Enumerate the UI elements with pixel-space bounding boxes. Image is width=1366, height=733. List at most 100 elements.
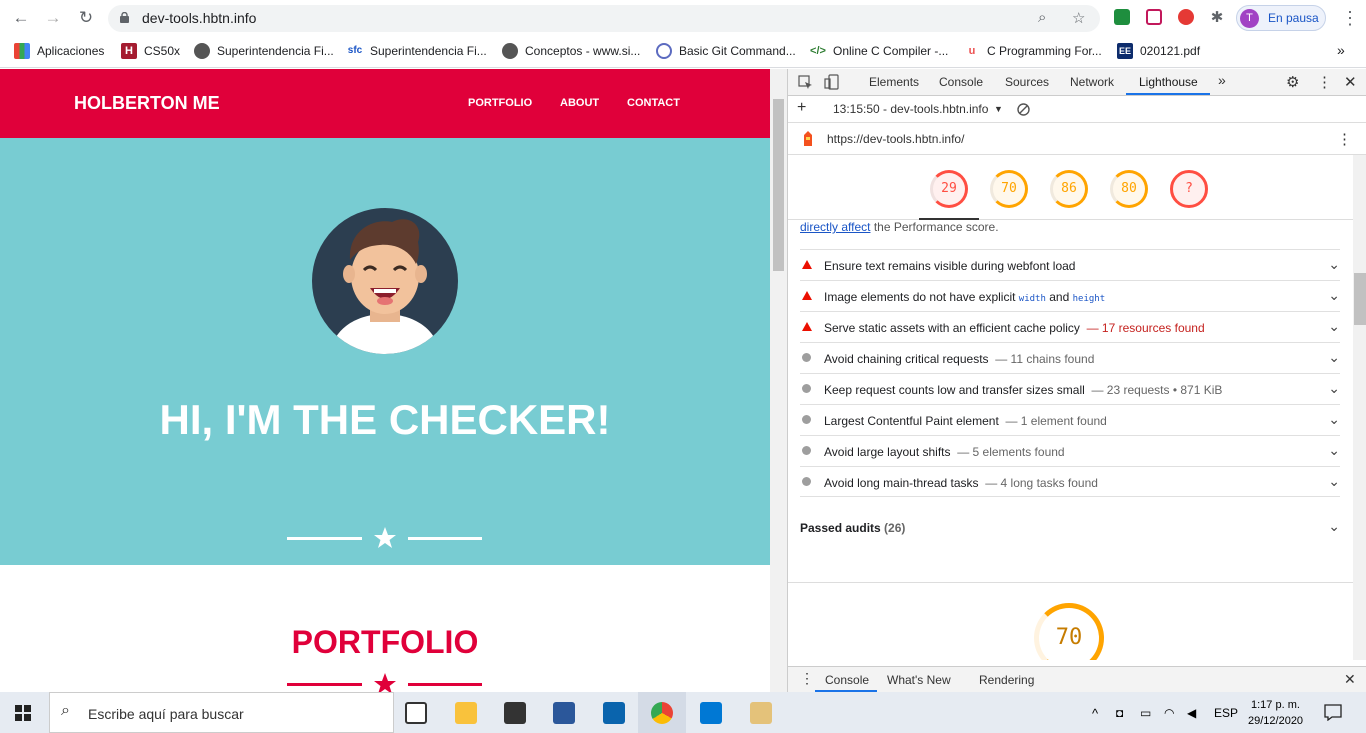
site-brand[interactable]: HOLBERTON ME bbox=[74, 93, 220, 114]
drawer-menu-icon[interactable]: ⋮ bbox=[800, 670, 814, 687]
drawer-tab-whats-new[interactable]: What's New bbox=[887, 673, 951, 687]
clear-icon[interactable] bbox=[1017, 103, 1030, 116]
windows-start-icon[interactable] bbox=[15, 705, 31, 721]
chevron-down-icon: ⌄ bbox=[1328, 473, 1340, 489]
profile-status: En pausa bbox=[1268, 11, 1319, 25]
address-bar[interactable]: dev-tools.hbtn.info ⌕ ☆ bbox=[108, 5, 1100, 32]
avatar: T bbox=[1240, 9, 1259, 28]
vscode-icon[interactable] bbox=[700, 702, 722, 724]
seo-gauge[interactable]: 80 bbox=[1110, 170, 1148, 208]
accessibility-gauge[interactable]: 70 bbox=[990, 170, 1028, 208]
drawer-tab-console[interactable]: Console bbox=[825, 673, 869, 687]
fail-triangle-icon bbox=[802, 322, 812, 331]
scrollbar-thumb[interactable] bbox=[1354, 273, 1366, 325]
wifi-icon[interactable]: ◠ bbox=[1164, 706, 1174, 720]
tray-chevron-icon[interactable]: ^ bbox=[1092, 706, 1098, 721]
bookmarks-bar: Aplicaciones H CS50x Superintendencia Fi… bbox=[0, 36, 1366, 68]
audit-row[interactable]: Avoid chaining critical requests — 11 ch… bbox=[800, 342, 1340, 373]
star-icon bbox=[374, 673, 396, 692]
store-icon[interactable] bbox=[504, 702, 526, 724]
new-report-icon[interactable]: + bbox=[797, 99, 806, 117]
menu-icon[interactable]: ⋮ bbox=[1340, 8, 1360, 28]
zoom-search-icon[interactable]: ⌕ bbox=[1038, 9, 1046, 26]
more-bookmarks-icon[interactable]: » bbox=[1337, 42, 1345, 60]
search-placeholder: Escribe aquí para buscar bbox=[88, 706, 244, 722]
chevron-down-icon: ⌄ bbox=[1328, 442, 1340, 458]
audit-row[interactable]: Serve static assets with an efficient ca… bbox=[800, 311, 1340, 342]
divider-line bbox=[408, 683, 482, 686]
drawer-tab-rendering[interactable]: Rendering bbox=[979, 673, 1034, 687]
bookmark-star-icon[interactable]: ☆ bbox=[1072, 9, 1085, 27]
more-tabs-icon[interactable]: » bbox=[1218, 72, 1226, 88]
devtools-scrollbar[interactable] bbox=[1353, 155, 1366, 660]
battery-icon[interactable]: ▭ bbox=[1140, 706, 1151, 720]
globe-icon bbox=[194, 43, 210, 59]
audit-row[interactable]: Avoid large layout shifts — 5 elements f… bbox=[800, 435, 1340, 466]
kebab-menu-icon[interactable]: ⋮ bbox=[1317, 73, 1332, 91]
passed-audits-row[interactable]: Passed audits (26) ⌄ bbox=[800, 512, 1340, 543]
taskbar-search-box[interactable]: ⌕ Escribe aquí para buscar bbox=[49, 692, 394, 733]
apps-grid-icon bbox=[14, 43, 30, 59]
best-practices-gauge[interactable]: 86 bbox=[1050, 170, 1088, 208]
settings-gear-icon[interactable]: ⚙ bbox=[1286, 73, 1299, 91]
chevron-down-icon: ⌄ bbox=[1328, 380, 1340, 396]
address-url: dev-tools.hbtn.info bbox=[142, 10, 257, 26]
dropdown-caret-icon[interactable]: ▼ bbox=[994, 104, 1003, 114]
tab-network[interactable]: Network bbox=[1070, 75, 1114, 89]
info-dot-icon bbox=[802, 477, 811, 486]
windows-taskbar: ⌕ Escribe aquí para buscar ^ ◘ ▭ ◠ ◀ ESP… bbox=[0, 692, 1366, 733]
scrollbar-thumb[interactable] bbox=[773, 99, 784, 271]
inspect-element-icon[interactable] bbox=[798, 75, 813, 90]
task-view-icon[interactable] bbox=[405, 702, 427, 724]
report-selector[interactable]: 13:15:50 - dev-tools.hbtn.info bbox=[833, 102, 988, 116]
notifications-icon[interactable] bbox=[1324, 704, 1342, 721]
fail-triangle-icon bbox=[802, 260, 812, 269]
reload-icon[interactable]: ↻ bbox=[76, 8, 96, 28]
back-icon[interactable]: ← bbox=[11, 8, 31, 28]
shield-extension-icon[interactable] bbox=[1114, 9, 1130, 25]
clock-time[interactable]: 1:17 p. m. bbox=[1251, 699, 1300, 711]
word-icon[interactable] bbox=[553, 702, 575, 724]
page-scrollbar[interactable] bbox=[770, 69, 787, 692]
tray-icon[interactable]: ◘ bbox=[1116, 706, 1123, 720]
portfolio-heading: PORTFOLIO bbox=[291, 624, 479, 660]
chrome-icon[interactable] bbox=[651, 702, 673, 724]
puzzle-icon[interactable]: ✱ bbox=[1207, 8, 1227, 28]
intro-text: directly affect the Performance score. bbox=[800, 220, 999, 234]
clock-date[interactable]: 29/12/2020 bbox=[1248, 715, 1303, 727]
file-explorer-icon[interactable] bbox=[455, 702, 477, 724]
device-toolbar-icon[interactable] bbox=[824, 74, 839, 90]
paint-icon[interactable] bbox=[750, 702, 772, 724]
language-indicator[interactable]: ESP bbox=[1214, 706, 1238, 720]
nav-link-portfolio[interactable]: PORTFOLIO bbox=[468, 97, 532, 109]
audit-row[interactable]: Largest Contentful Paint element — 1 ele… bbox=[800, 404, 1340, 435]
performance-gauge[interactable]: 29 bbox=[930, 170, 968, 208]
report-url[interactable]: https://dev-tools.hbtn.info/ bbox=[827, 132, 964, 146]
audit-row[interactable]: Avoid long main-thread tasks — 4 long ta… bbox=[800, 466, 1340, 497]
tab-lighthouse[interactable]: Lighthouse bbox=[1139, 75, 1198, 89]
tab-console[interactable]: Console bbox=[939, 75, 983, 89]
audit-row[interactable]: Ensure text remains visible during webfo… bbox=[800, 249, 1340, 280]
audit-row[interactable]: Keep request counts low and transfer siz… bbox=[800, 373, 1340, 404]
chevron-down-icon: ⌄ bbox=[1328, 256, 1340, 272]
mail-icon[interactable] bbox=[603, 702, 625, 724]
drawer-close-icon[interactable]: ✕ bbox=[1344, 671, 1356, 688]
fail-triangle-icon bbox=[802, 291, 812, 300]
forward-icon[interactable]: → bbox=[43, 8, 63, 28]
tab-elements[interactable]: Elements bbox=[869, 75, 919, 89]
extension-icon[interactable] bbox=[1146, 9, 1162, 25]
report-menu-icon[interactable]: ⋮ bbox=[1337, 130, 1352, 148]
volume-icon[interactable]: ◀ bbox=[1187, 706, 1196, 720]
tab-sources[interactable]: Sources bbox=[1005, 75, 1049, 89]
star-icon bbox=[374, 527, 396, 548]
devtools-panel: Elements Console Sources Network Lightho… bbox=[787, 69, 1366, 692]
pwa-gauge[interactable]: ? bbox=[1170, 170, 1208, 208]
intro-link[interactable]: directly affect bbox=[800, 220, 870, 234]
adblock-icon[interactable] bbox=[1178, 9, 1194, 25]
close-icon[interactable]: ✕ bbox=[1344, 73, 1357, 91]
nav-link-about[interactable]: ABOUT bbox=[560, 97, 599, 109]
profile-button[interactable]: T En pausa bbox=[1236, 5, 1326, 31]
score-gauges: 29 70 86 80 ? bbox=[788, 155, 1353, 220]
nav-link-contact[interactable]: CONTACT bbox=[627, 97, 680, 109]
audit-row[interactable]: Image elements do not have explicit widt… bbox=[800, 280, 1340, 311]
